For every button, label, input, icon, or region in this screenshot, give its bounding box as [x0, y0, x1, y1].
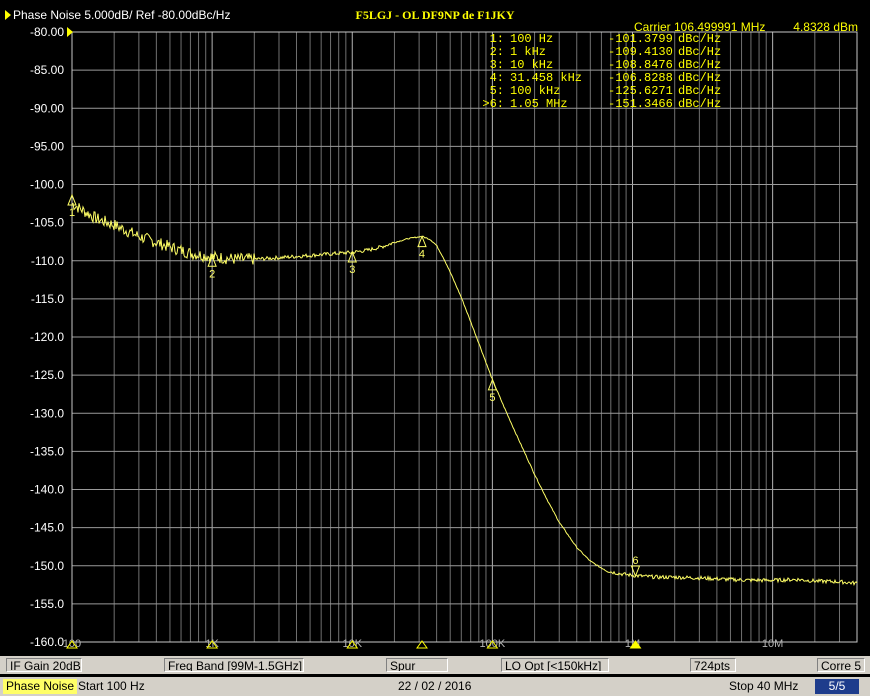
start-frequency[interactable]: Start 100 Hz: [78, 679, 145, 694]
y-tick-label: -145.0: [30, 521, 64, 535]
correction-field[interactable]: Corre 5: [817, 658, 865, 672]
marker-5-label: 5: [489, 392, 495, 404]
points-field[interactable]: 724pts: [690, 658, 736, 672]
stop-frequency[interactable]: Stop 40 MHz: [729, 679, 798, 694]
y-tick-label: -100.0: [30, 178, 64, 192]
phase-noise-plot[interactable]: -80.00 -85.00 -90.00 -95.00 -100.0 -105.0 -110…: [0, 0, 870, 656]
y-tick-label: -115.0: [31, 292, 64, 306]
y-tick-label: -90.00: [30, 101, 64, 115]
y-tick-label: -95.00: [30, 139, 64, 153]
marker-2-label: 2: [209, 268, 215, 280]
measurement-mode[interactable]: Phase Noise: [3, 679, 78, 694]
marker-table: 1: 100 Hz -101.3799 dBc/Hz 2: 1 kHz -109.4130 d…: [468, 33, 721, 111]
spur-field[interactable]: Spur: [386, 658, 448, 672]
date-label: 22 / 02 / 2016: [398, 679, 472, 693]
y-tick-label: -80.00: [30, 25, 64, 39]
y-tick-label: -85.00: [30, 63, 64, 77]
marker-row[interactable]: >6: 1.05 MHz -151.3466 dBc/Hz: [468, 98, 721, 111]
y-tick-label: -110.0: [31, 254, 64, 268]
y-tick-label: -130.0: [30, 406, 64, 420]
y-tick-label: -160.0: [30, 635, 64, 649]
marker-3-label: 3: [349, 264, 355, 276]
marker-4-label: 4: [419, 249, 425, 261]
y-tick-label: -105.0: [30, 216, 64, 230]
y-tick-label: -155.0: [30, 597, 64, 611]
marker-unit: dBc/Hz: [678, 97, 722, 111]
setup-status-bar: IF Gain 20dB Freq Band [99M-1.5GHz] Spur…: [0, 656, 870, 674]
lo-opt-field[interactable]: LO Opt [<150kHz]: [501, 658, 609, 672]
y-tick-label: -120.0: [30, 330, 64, 344]
sweep-status-bar: Phase Noise Start 100 Hz 22 / 02 / 2016 …: [0, 677, 870, 696]
freq-band-field[interactable]: Freq Band [99M-1.5GHz]: [164, 658, 304, 672]
if-gain-field[interactable]: IF Gain 20dB: [6, 658, 82, 672]
y-tick-label: -125.0: [30, 368, 64, 382]
y-tick-label: -135.0: [30, 444, 64, 458]
marker-6-label: 6: [632, 555, 638, 567]
y-tick-label: -140.0: [30, 483, 64, 497]
marker-index: >6:: [482, 97, 504, 111]
x-tick-label: 10M: [762, 638, 783, 650]
marker-1-label: 1: [69, 207, 75, 219]
marker-value: -151.3466: [608, 97, 673, 111]
marker-frequency: 1.05 MHz: [510, 97, 568, 111]
analyzer-screen: Phase Noise 5.000dB/ Ref -80.00dBc/Hz F5…: [0, 0, 870, 696]
page-indicator[interactable]: 5/5: [815, 679, 859, 694]
y-tick-label: -150.0: [30, 559, 64, 573]
